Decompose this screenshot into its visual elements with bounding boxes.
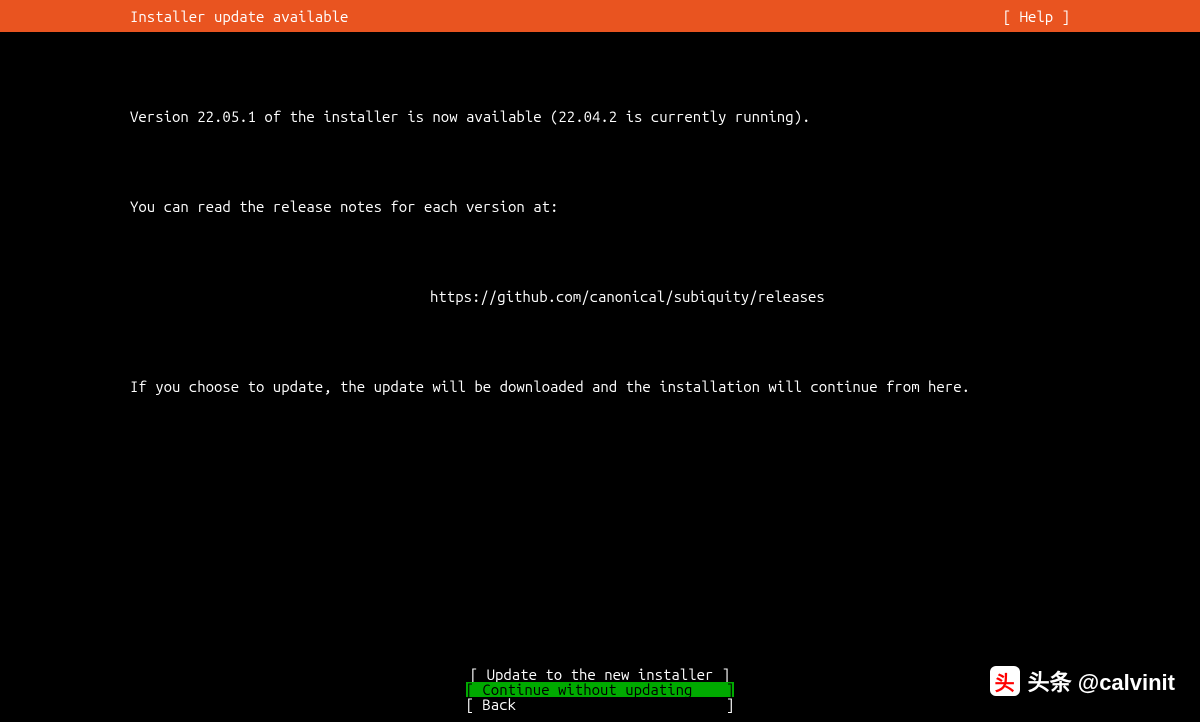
watermark-text: 头条 @calvinit bbox=[1028, 665, 1175, 697]
watermark: 头 头条 @calvinit bbox=[990, 665, 1175, 697]
back-button[interactable]: [ Back ] bbox=[466, 697, 735, 712]
version-info-text: Version 22.05.1 of the installer is now … bbox=[130, 102, 1070, 132]
release-notes-intro: You can read the release notes for each … bbox=[130, 192, 1070, 222]
update-installer-button[interactable]: [ Update to the new installer ] bbox=[470, 667, 730, 682]
page-title: Installer update available bbox=[130, 8, 348, 25]
help-button[interactable]: [ Help ] bbox=[1003, 8, 1070, 25]
watermark-logo-icon: 头 bbox=[990, 666, 1020, 696]
update-instruction-text: If you choose to update, the update will… bbox=[130, 372, 1070, 402]
continue-without-updating-button[interactable]: [ Continue without updating ] bbox=[466, 682, 735, 697]
release-notes-url: https://github.com/canonical/subiquity/r… bbox=[130, 282, 1070, 312]
header-bar: Installer update available [ Help ] bbox=[0, 0, 1200, 32]
main-content: Version 22.05.1 of the installer is now … bbox=[0, 32, 1200, 442]
